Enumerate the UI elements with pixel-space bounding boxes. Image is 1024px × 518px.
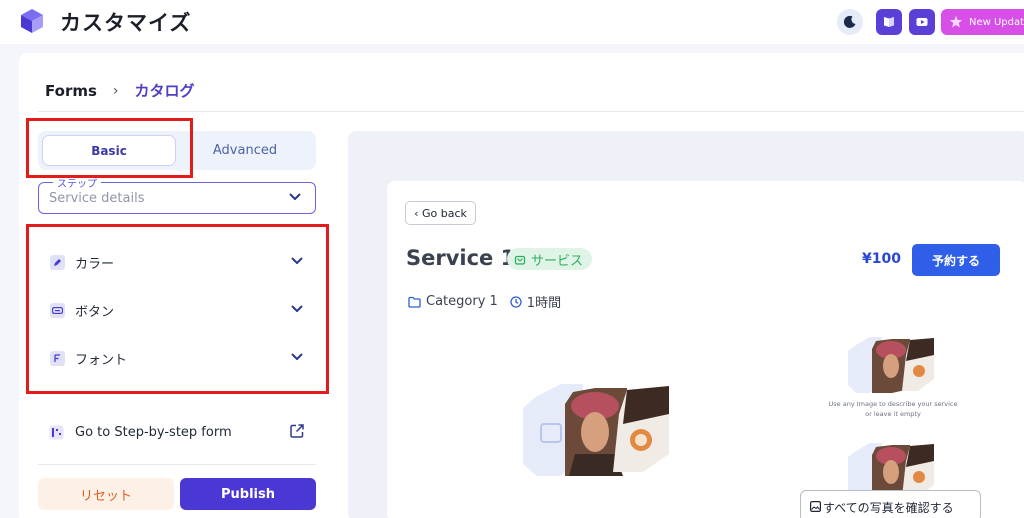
reset-button[interactable]: リセット <box>38 478 174 510</box>
section-color[interactable]: カラー <box>50 252 305 272</box>
breadcrumb: Forms › カタログ <box>45 80 195 101</box>
breadcrumb-separator: › <box>112 82 119 99</box>
clock-icon <box>510 295 522 308</box>
left-panel-divider <box>38 464 316 465</box>
section-button-label: ボタン <box>75 304 115 320</box>
service-category: Category 1 <box>426 294 498 309</box>
service-meta: Category 1 1時間 <box>408 292 561 311</box>
step-by-step-form-link[interactable]: Go to Step-by-step form <box>49 422 307 442</box>
app-logo-icon <box>21 9 43 33</box>
step-by-step-form-label: Go to Step-by-step form <box>75 424 232 440</box>
new-updates-label: New Updates <box>969 16 1024 28</box>
shopping-bag-icon <box>514 255 526 265</box>
publish-button[interactable]: Publish <box>180 478 316 510</box>
moon-icon <box>843 15 856 28</box>
chevron-down-icon <box>289 193 301 200</box>
paint-icon <box>50 254 65 270</box>
docs-button[interactable] <box>876 9 902 35</box>
folder-icon <box>408 296 421 308</box>
tab-advanced[interactable]: Advanced <box>178 131 312 170</box>
service-badge: サービス <box>507 248 593 270</box>
image-icon <box>810 501 821 512</box>
step-select-legend: ステップ <box>53 175 101 190</box>
video-play-icon <box>916 18 928 26</box>
view-all-photos-button[interactable]: すべての写真を確認する <box>800 490 981 518</box>
service-main-image <box>523 384 669 476</box>
service-badge-label: サービス <box>531 253 584 269</box>
button-icon <box>50 302 65 318</box>
new-updates-button[interactable]: New Updates <box>941 9 1024 35</box>
step-select-value: Service details <box>49 191 145 206</box>
image-caption-line-2: or leave it empty <box>865 410 921 418</box>
section-color-label: カラー <box>75 256 115 272</box>
sparkle-star-icon <box>949 15 963 28</box>
section-font[interactable]: フォント <box>50 348 305 368</box>
service-duration: 1時間 <box>526 296 562 311</box>
book-icon <box>884 17 894 27</box>
video-tutorial-button[interactable] <box>909 9 935 35</box>
top-bar: カスタマイズ New Updates <box>0 0 1024 44</box>
dark-mode-toggle[interactable] <box>837 9 863 35</box>
section-font-label: フォント <box>75 352 128 368</box>
tab-basic[interactable]: Basic <box>42 135 176 166</box>
section-button[interactable]: ボタン <box>50 300 305 320</box>
step-select[interactable]: ステップ Service details <box>38 175 316 214</box>
chevron-down-icon <box>291 257 303 264</box>
breadcrumb-current: カタログ <box>134 82 195 100</box>
service-thumbnail-1 <box>848 337 934 393</box>
reserve-button[interactable]: 予約する <box>912 244 1000 276</box>
image-caption: Use any Image to describe your service o… <box>813 399 973 419</box>
chevron-down-icon <box>291 353 303 360</box>
chevron-down-icon <box>291 305 303 312</box>
app-title: カスタマイズ <box>60 11 192 35</box>
breadcrumb-forms-link[interactable]: Forms <box>45 82 97 100</box>
service-price: ¥100 <box>862 251 901 267</box>
go-back-button[interactable]: ‹ Go back <box>405 201 476 225</box>
header-divider <box>38 111 1024 112</box>
service-title: Service 1 <box>406 246 516 270</box>
font-icon <box>50 350 65 366</box>
mode-tab-group: Basic Advanced <box>38 131 316 170</box>
external-link-icon <box>290 424 304 438</box>
view-all-photos-label: すべての写真を確認する <box>823 501 954 515</box>
image-caption-line-1: Use any Image to describe your service <box>828 400 958 408</box>
step-form-icon <box>49 425 64 439</box>
